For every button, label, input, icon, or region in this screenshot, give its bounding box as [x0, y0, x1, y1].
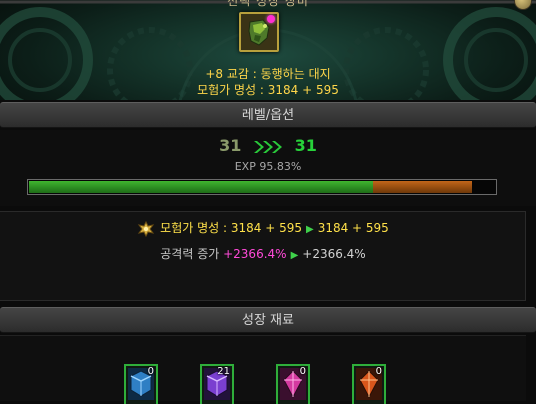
equipment-slot[interactable]: [239, 12, 279, 52]
triple-chevron-icon: [254, 140, 282, 153]
attack-stat-row: 공격력 증가 +2366.4% ▶ +2366.4%: [0, 245, 526, 262]
attack-after: +2366.4%: [302, 247, 366, 261]
material-slot[interactable]: 0: [276, 364, 310, 404]
arrow-right-icon: ▶: [290, 250, 299, 261]
fame-stat-row: 모험가 명성 : 3184 + 595 ▶ 3184 + 595: [0, 219, 526, 237]
item-fame: 모험가 명성 : 3184 + 595: [197, 83, 339, 97]
stats-panel: 모험가 명성 : 3184 + 595 ▶ 3184 + 595 공격력 증가 +2…: [0, 211, 526, 301]
material-count: 0: [147, 366, 154, 377]
fame-crest-icon: [137, 220, 155, 237]
level-next: 31: [294, 136, 317, 155]
enchant-indicator-icon: [267, 15, 275, 23]
fame-before: 3184 + 595: [230, 221, 302, 235]
exp-bonus-fill: [373, 181, 472, 193]
exp-progress-bar: [27, 179, 497, 195]
item-panel: 선택 성장 장비 +8 교감 : 동행하는 대지 모험가 명성 : 3184 +…: [0, 0, 536, 100]
materials-panel: 0 21 0 0: [0, 335, 526, 404]
fame-after: 3184 + 595: [317, 221, 389, 235]
level-area: 31 31 EXP 95.83%: [0, 130, 536, 206]
material-count: 0: [299, 366, 306, 377]
level-current: 31: [219, 136, 242, 155]
material-count: 21: [217, 366, 230, 377]
exp-text: EXP 95.83%: [234, 160, 302, 173]
level-change: 31 31: [0, 136, 536, 155]
arrow-right-icon: ▶: [305, 224, 314, 235]
level-option-header: 레벨/옵션: [0, 102, 536, 128]
exp-fill: [29, 181, 373, 193]
attack-before: +2366.4%: [223, 247, 287, 261]
material-slot[interactable]: 21: [200, 364, 234, 404]
panel-title: 선택 성장 장비: [227, 0, 309, 8]
item-name: +8 교감 : 동행하는 대지: [205, 67, 331, 81]
material-count: 0: [375, 366, 382, 377]
fame-label: 모험가 명성: [160, 221, 220, 235]
attack-label: 공격력 증가: [160, 247, 220, 261]
material-slot[interactable]: 0: [124, 364, 158, 404]
growth-materials-header: 성장 재료: [0, 307, 536, 333]
material-slot[interactable]: 0: [352, 364, 386, 404]
